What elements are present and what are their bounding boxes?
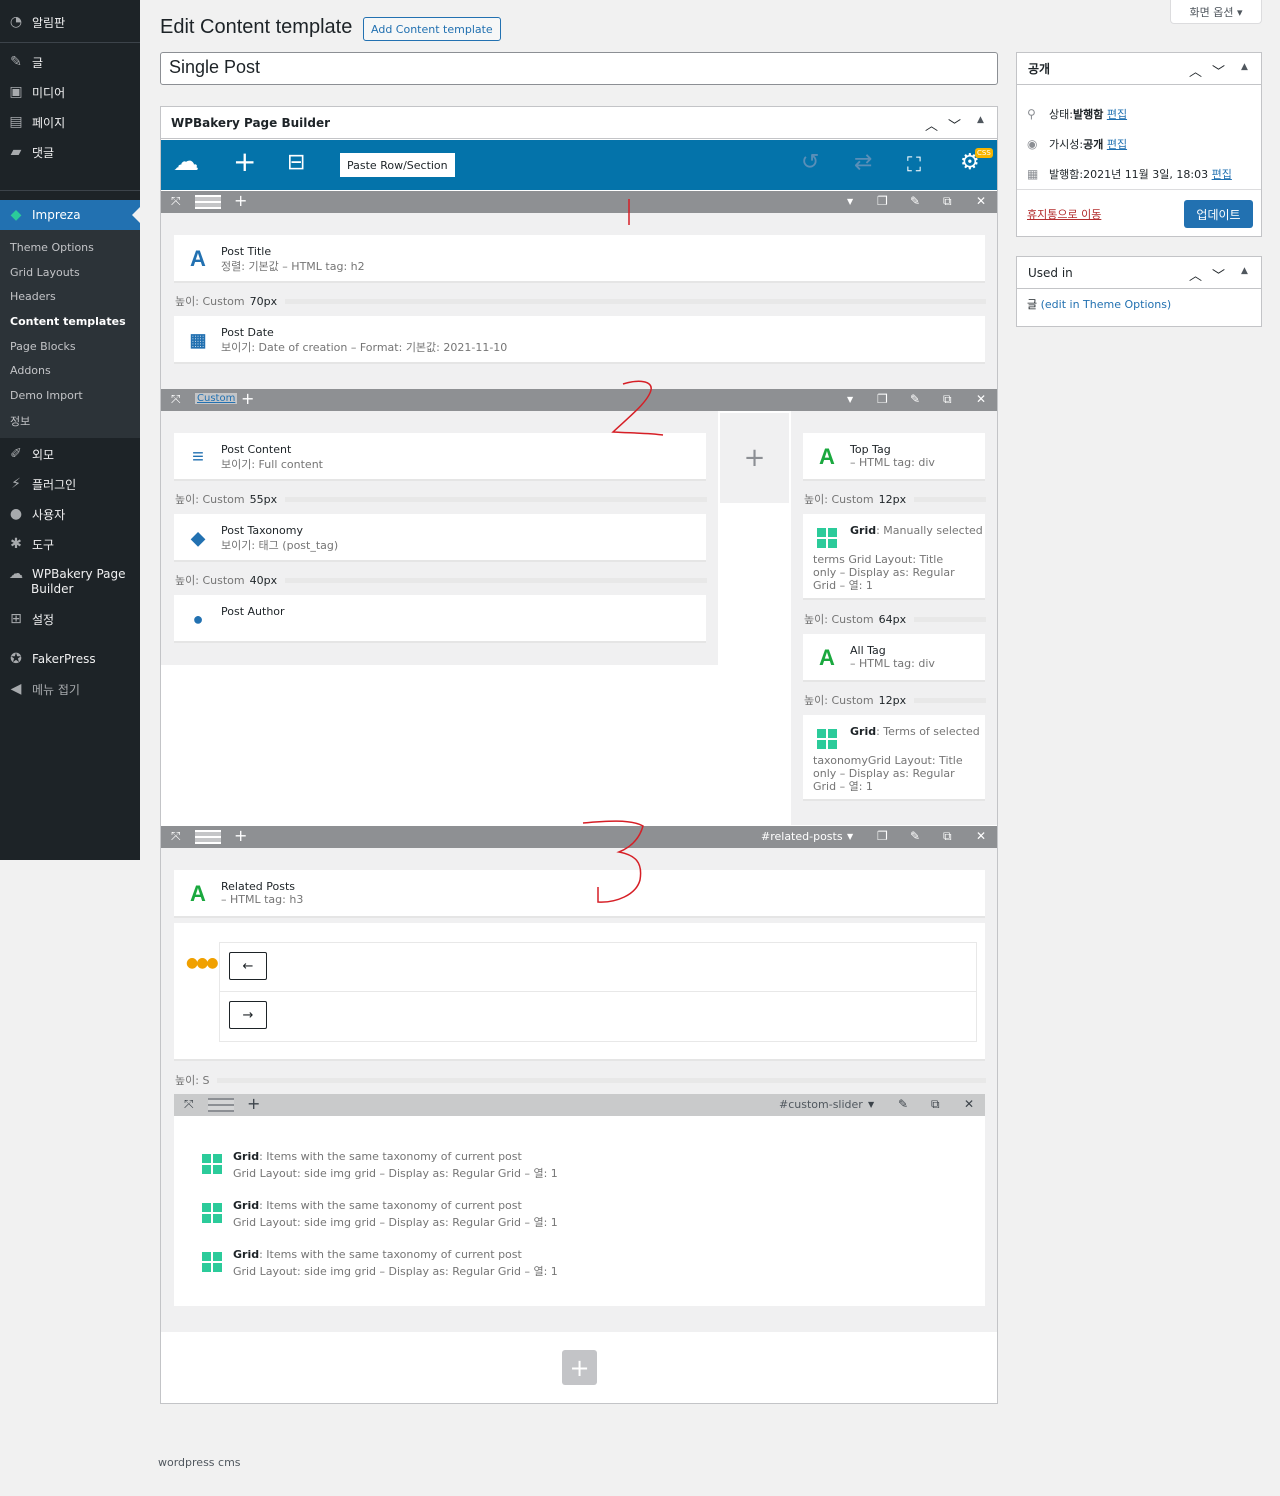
- annotation-1: 1: [627, 207, 634, 220]
- status-label: 상태:: [1049, 108, 1073, 121]
- menu-label: 도구: [32, 537, 55, 552]
- visibility-line: ◉ 가시성: 공개 편집: [1027, 136, 1127, 152]
- menu-fakerpress[interactable]: ✪ FakerPress: [0, 645, 140, 673]
- menu-label: 글: [32, 55, 44, 70]
- menu-media[interactable]: ▣ 미디어: [0, 78, 140, 106]
- menu-label: WPBakery Page: [32, 567, 126, 581]
- submenu-page-blocks[interactable]: Page Blocks: [10, 340, 76, 353]
- add-content-template-button[interactable]: Add Content template: [363, 17, 501, 41]
- published-line: ▦ 발행함: 2021년 11월 3일, 18:03 편집: [1027, 166, 1232, 182]
- brush-icon: ✐: [10, 446, 22, 462]
- handwritten-annotations: 1: [582, 199, 664, 903]
- page-icon: ▤: [9, 114, 23, 130]
- menu-collapse[interactable]: ◀ 메뉴 접기: [0, 675, 140, 703]
- impreza-submenu: Theme Options Grid Layouts Headers Conte…: [0, 230, 140, 438]
- edit-status-link[interactable]: 편집: [1107, 106, 1127, 122]
- menu-label: 외모: [32, 447, 55, 462]
- toggle-arrow-icon[interactable]: ▲: [1241, 62, 1248, 72]
- collapse-icon: ◀: [10, 681, 22, 697]
- used-in-box: Used in ︿ ﹀ ▲ 글 (edit in Theme Options): [1016, 256, 1262, 327]
- menu-dashboard[interactable]: ◔ 알림판: [0, 8, 140, 36]
- calendar-icon: ▦: [1027, 167, 1039, 181]
- eye-icon: ◉: [1027, 137, 1038, 151]
- edit-date-link[interactable]: 편집: [1212, 166, 1232, 182]
- title-input[interactable]: Single Post: [160, 52, 998, 85]
- box-title: Used in: [1028, 265, 1073, 280]
- chevron-down-icon[interactable]: ﹀: [1212, 61, 1225, 80]
- menu-tools[interactable]: ✱ 도구: [0, 530, 140, 558]
- impreza-icon: ◆: [10, 207, 22, 223]
- status-line: ⚲ 상태: 발행함 편집: [1027, 106, 1127, 122]
- media-icon: ▣: [9, 84, 23, 100]
- submenu-demo-import[interactable]: Demo Import: [10, 389, 83, 402]
- wrench-icon: ✱: [10, 536, 22, 552]
- submenu-addons[interactable]: Addons: [10, 364, 51, 377]
- menu-label: 알림판: [32, 15, 66, 30]
- edit-in-theme-options-link[interactable]: (edit in Theme Options): [1041, 298, 1172, 311]
- update-button[interactable]: 업데이트: [1184, 200, 1253, 228]
- used-in-prefix: 글: [1027, 298, 1038, 311]
- menu-appearance[interactable]: ✐ 외모: [0, 440, 140, 468]
- publish-box: 공개 ︿ ﹀ ▲ ⚲ 상태: 발행함 편집 ◉ 가시성: 공개 편집 ▦ 발행함: 2…: [1016, 52, 1262, 237]
- dashboard-icon: ◔: [9, 14, 23, 30]
- screen-options-button[interactable]: 화면 옵션 ▾: [1170, 0, 1262, 24]
- admin-menu: ◔ 알림판 ✎ 글 ▣ 미디어 ▤ 페이지 ▰ 댓글 ◆ Impreza Theme Opt…: [0, 0, 140, 860]
- menu-posts[interactable]: ✎ 글: [0, 48, 140, 76]
- status-value: 발행함: [1072, 108, 1104, 121]
- menu-label: 페이지: [32, 115, 66, 130]
- wpbakery-box: WPBakery Page Builder ︿ ﹀ ▲ ☁ + ⊟ Paste …: [160, 106, 998, 1404]
- menu-label: 메뉴 접기: [32, 682, 80, 697]
- menu-impreza[interactable]: ◆ Impreza: [0, 200, 140, 230]
- comment-icon: ▰: [10, 144, 22, 160]
- accessibility-icon: ✪: [10, 651, 22, 667]
- footer-text: wordpress cms: [158, 1456, 241, 1469]
- toggle-arrow-icon[interactable]: ▲: [1241, 266, 1248, 276]
- visibility-value: 공개: [1083, 138, 1104, 151]
- pin-icon: ✎: [10, 54, 22, 70]
- submenu-info[interactable]: 정보: [10, 413, 30, 429]
- menu-label: 플러그인: [32, 477, 77, 492]
- menu-label: 설정: [32, 612, 55, 627]
- submenu-content-templates[interactable]: Content templates: [10, 315, 126, 328]
- menu-label: FakerPress: [32, 652, 96, 666]
- submenu-grid-layouts[interactable]: Grid Layouts: [10, 266, 80, 279]
- submenu-headers[interactable]: Headers: [10, 290, 56, 303]
- menu-label: 댓글: [32, 145, 55, 160]
- chevron-up-icon[interactable]: ︿: [1189, 61, 1202, 80]
- edit-visibility-link[interactable]: 편집: [1107, 136, 1127, 152]
- page-title: Edit Content template: [160, 16, 353, 38]
- visibility-label: 가시성:: [1049, 138, 1084, 151]
- chevron-down-icon[interactable]: ﹀: [1212, 265, 1225, 284]
- menu-label: 사용자: [32, 507, 66, 522]
- used-in-line: 글 (edit in Theme Options): [1027, 296, 1171, 312]
- menu-pages[interactable]: ▤ 페이지: [0, 108, 140, 136]
- menu-label: 미디어: [32, 85, 66, 100]
- menu-wpbakery[interactable]: ☁ WPBakery Page: [0, 566, 140, 582]
- pin-icon: ⚲: [1027, 107, 1036, 121]
- menu-settings[interactable]: ⊞ 설정: [0, 605, 140, 633]
- published-label: 발행함:: [1049, 168, 1084, 181]
- menu-plugins[interactable]: ⚡ 플러그인: [0, 470, 140, 498]
- menu-label: Impreza: [32, 208, 81, 222]
- menu-label-2: Builder: [31, 582, 74, 596]
- trash-link[interactable]: 휴지통으로 이동: [1027, 206, 1101, 222]
- plugin-icon: ⚡: [11, 476, 21, 492]
- box-title: 공개: [1028, 62, 1051, 76]
- user-icon: ●: [9, 506, 23, 522]
- published-value: 2021년 11월 3일, 18:03: [1083, 168, 1209, 181]
- menu-users[interactable]: ● 사용자: [0, 500, 140, 528]
- submenu-theme-options[interactable]: Theme Options: [10, 241, 94, 254]
- menu-comments[interactable]: ▰ 댓글: [0, 138, 140, 166]
- cloud-icon: ☁: [9, 566, 23, 582]
- chevron-up-icon[interactable]: ︿: [1189, 265, 1202, 284]
- settings-icon: ⊞: [10, 611, 22, 627]
